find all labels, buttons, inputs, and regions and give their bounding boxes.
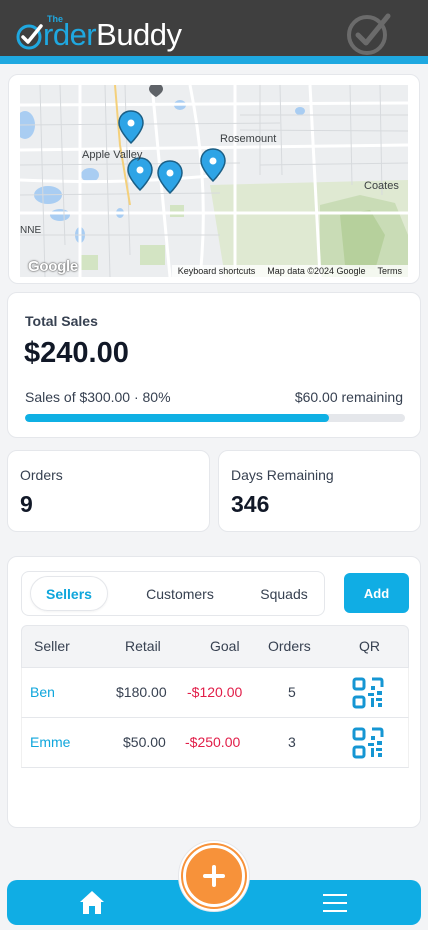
seller-orders: 3 bbox=[288, 734, 296, 750]
seller-retail: $180.00 bbox=[116, 684, 167, 700]
column-header-seller: Seller bbox=[34, 638, 70, 654]
orders-card: Orders 9 bbox=[7, 450, 210, 532]
home-icon[interactable] bbox=[79, 890, 105, 915]
column-header-qr: QR bbox=[359, 638, 380, 654]
sales-remaining-text: $60.00 remaining bbox=[294, 389, 403, 405]
map-tiles bbox=[20, 85, 408, 277]
column-header-goal: Goal bbox=[210, 638, 240, 654]
map-terms-link[interactable]: Terms bbox=[378, 266, 403, 276]
add-order-button[interactable] bbox=[183, 845, 245, 907]
seller-goal: -$250.00 bbox=[185, 734, 241, 750]
plus-icon bbox=[203, 865, 225, 887]
seller-name-link[interactable]: Ben bbox=[30, 668, 55, 717]
column-header-retail: Retail bbox=[125, 638, 161, 654]
table-row[interactable]: Ben $180.00 -$120.00 5 bbox=[21, 668, 409, 718]
app-header: The rderBuddy bbox=[0, 0, 428, 56]
map-attribution: Keyboard shortcuts Map data ©2024 Google… bbox=[171, 265, 408, 277]
map-data-text: Map data ©2024 Google bbox=[267, 266, 366, 276]
map-keyboard-shortcuts-link[interactable]: Keyboard shortcuts bbox=[178, 266, 256, 276]
sales-progress-bar bbox=[25, 414, 405, 422]
google-logo: Google bbox=[28, 258, 78, 275]
qr-code-icon[interactable] bbox=[352, 727, 384, 759]
days-remaining-card: Days Remaining 346 bbox=[218, 450, 421, 532]
seller-retail: $50.00 bbox=[123, 734, 166, 750]
logo-wordmark: rderBuddy bbox=[16, 18, 182, 52]
orders-label: Orders bbox=[20, 467, 63, 483]
add-button[interactable]: Add bbox=[344, 573, 409, 613]
total-sales-card: Total Sales $240.00 Sales of $300.00 · 8… bbox=[7, 292, 421, 438]
tab-squads[interactable]: Squads bbox=[244, 576, 324, 611]
column-header-orders: Orders bbox=[268, 638, 311, 654]
tab-sellers[interactable]: Sellers bbox=[30, 576, 108, 611]
total-sales-title: Total Sales bbox=[25, 313, 98, 329]
tab-customers[interactable]: Customers bbox=[130, 576, 230, 611]
sellers-table: Seller Retail Goal Orders QR Ben $180.00… bbox=[21, 625, 409, 768]
map-label-edge: NNE bbox=[20, 225, 42, 236]
map-card: Rosemount Apple Valley Coates NNE Google… bbox=[8, 74, 420, 284]
days-remaining-value: 346 bbox=[231, 491, 270, 517]
table-header: Seller Retail Goal Orders QR bbox=[21, 625, 409, 668]
table-row[interactable]: Emme $50.00 -$250.00 3 bbox=[21, 718, 409, 768]
total-sales-amount: $240.00 bbox=[24, 337, 129, 369]
qr-code-icon[interactable] bbox=[352, 677, 384, 709]
logo-buddy-text: Buddy bbox=[96, 17, 182, 52]
map-label-rosemount: Rosemount bbox=[220, 133, 277, 145]
sales-progress-fill bbox=[25, 414, 329, 422]
header-accent-stripe bbox=[0, 56, 428, 64]
seller-orders: 5 bbox=[288, 684, 296, 700]
orders-value: 9 bbox=[20, 491, 33, 517]
sales-goal-text: Sales of $300.00 · 80% bbox=[25, 389, 171, 405]
sellers-card: Sellers Customers Squads Add Seller Reta… bbox=[7, 556, 421, 828]
map-label-coates: Coates bbox=[364, 180, 399, 192]
seller-goal: -$120.00 bbox=[187, 684, 243, 700]
hamburger-menu-icon[interactable] bbox=[323, 894, 347, 912]
seller-name-link[interactable]: Emme bbox=[30, 718, 70, 767]
map-label-apple-valley: Apple Valley bbox=[82, 149, 143, 161]
check-badge-icon bbox=[347, 13, 391, 55]
seller-map[interactable]: Rosemount Apple Valley Coates NNE Google… bbox=[20, 85, 408, 277]
days-remaining-label: Days Remaining bbox=[231, 467, 334, 483]
segment-control: Sellers Customers Squads bbox=[21, 571, 325, 616]
logo-order-text: rder bbox=[43, 17, 97, 52]
app-logo[interactable]: The rderBuddy bbox=[16, 10, 196, 54]
